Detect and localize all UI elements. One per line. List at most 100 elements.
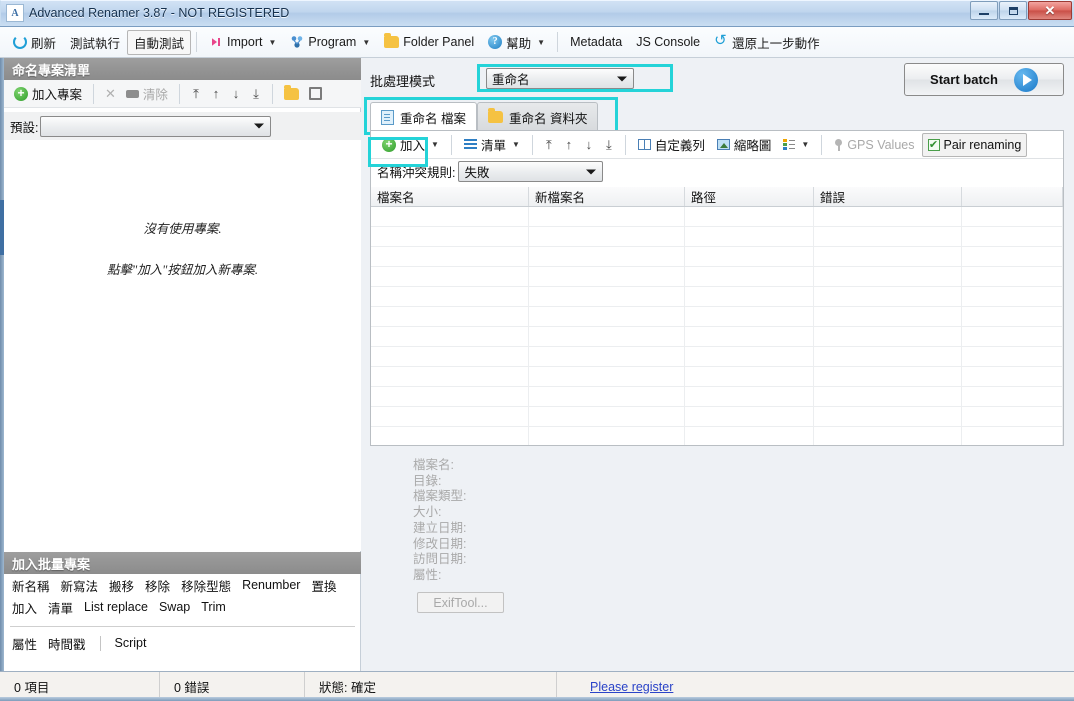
toolbar-item-test-run[interactable]: 測試執行 — [63, 30, 127, 55]
batch-method-new-case[interactable]: 新寫法 — [61, 576, 99, 595]
gps-pin-icon — [834, 138, 843, 151]
close-button[interactable]: ✕ — [1028, 1, 1072, 20]
toolbar-label-refresh: 刷新 — [31, 36, 57, 51]
gps-values-label: GPS Values — [847, 137, 915, 152]
move-to-bottom-icon[interactable]: ⤓ — [247, 83, 265, 105]
table-row[interactable] — [371, 327, 1063, 347]
toolbar-item-js-console[interactable]: JS Console — [629, 30, 707, 55]
batch-method-timestamp[interactable]: 時間戳 — [48, 634, 86, 653]
batch-method-trim[interactable]: Trim — [201, 600, 226, 614]
batch-method-attributes[interactable]: 屬性 — [12, 634, 37, 653]
add-files-highlight — [368, 137, 428, 167]
batch-method-replace[interactable]: 置換 — [311, 576, 336, 595]
empty-message-line-1: 沒有使用專案. — [143, 222, 222, 236]
move-up-icon[interactable]: ↑ — [207, 83, 225, 105]
move-to-top-icon[interactable]: ⤒ — [540, 134, 558, 156]
batch-method-script[interactable]: Script — [115, 636, 147, 650]
chevron-down-icon: ▼ — [801, 140, 810, 149]
delete-project-button[interactable]: ✕ — [101, 83, 120, 105]
conflict-rule-select[interactable]: 失敗 — [458, 161, 604, 182]
open-projects-button[interactable] — [280, 83, 303, 105]
detail-view-icon — [783, 139, 796, 150]
batch-method-remove[interactable]: 移除 — [145, 576, 170, 595]
preset-select[interactable] — [40, 115, 272, 137]
preset-label: 預設: — [10, 120, 39, 135]
batch-method-list[interactable]: 清單 — [48, 598, 73, 617]
move-up-icon[interactable]: ↑ — [560, 134, 578, 156]
app-icon: A — [6, 4, 24, 22]
toolbar-item-refresh[interactable]: 刷新 — [6, 30, 63, 55]
batch-methods-row-2: 加入 清單 List replace Swap Trim — [12, 596, 353, 618]
chevron-down-icon — [617, 76, 627, 81]
batch-method-swap[interactable]: Swap — [159, 600, 190, 614]
save-projects-button[interactable] — [305, 83, 326, 105]
toolbar-item-help[interactable]: ? 幫助 ▼ — [481, 30, 552, 55]
table-row[interactable] — [371, 307, 1063, 327]
gps-values-button[interactable]: GPS Values — [829, 134, 919, 156]
table-row[interactable] — [371, 347, 1063, 367]
toolbar-item-program[interactable]: Program ▼ — [283, 30, 377, 55]
start-batch-button[interactable]: Start batch — [904, 63, 1064, 96]
toolbar-item-folder-panel[interactable]: Folder Panel — [377, 30, 481, 55]
batch-method-move[interactable]: 搬移 — [109, 576, 134, 595]
project-toolbar-separator-3 — [271, 83, 273, 104]
column-header-new-filename[interactable]: 新檔案名 — [529, 187, 685, 206]
batch-method-list-replace[interactable]: List replace — [84, 600, 148, 614]
table-row[interactable] — [371, 287, 1063, 307]
project-list-empty-area[interactable]: 沒有使用專案. 點擊"加入"按鈕加入新專案. — [4, 140, 361, 551]
batch-row3-separator — [99, 635, 101, 651]
move-down-icon[interactable]: ↓ — [227, 83, 245, 105]
minimize-button[interactable] — [970, 1, 998, 20]
maximize-button[interactable] — [999, 1, 1027, 20]
table-row[interactable] — [371, 367, 1063, 387]
tab-rename-files[interactable]: 重命名 檔案 — [370, 102, 477, 131]
move-down-icon[interactable]: ↓ — [580, 134, 598, 156]
table-row[interactable] — [371, 227, 1063, 247]
batch-mode-select[interactable]: 重命名 — [486, 68, 634, 89]
batch-method-new-name[interactable]: 新名稱 — [12, 576, 50, 595]
custom-columns-button[interactable]: 自定義列 — [633, 134, 710, 156]
batch-method-add[interactable]: 加入 — [12, 598, 37, 617]
batch-mode-value: 重命名 — [492, 73, 530, 87]
move-to-top-icon[interactable]: ⤒ — [187, 83, 205, 105]
table-row[interactable] — [371, 427, 1063, 445]
thumbnails-button[interactable]: 縮略圖 — [712, 134, 777, 156]
column-header-error[interactable]: 錯誤 — [814, 187, 962, 206]
batch-methods-list: 新名稱 新寫法 搬移 移除 移除型態 Renumber 置換 加入 清單 Lis… — [4, 574, 361, 618]
refresh-icon — [13, 35, 27, 49]
info-label-filename: 檔案名: — [413, 458, 454, 472]
add-project-button[interactable]: + 加入專案 — [10, 83, 86, 105]
toolbar-item-import[interactable]: Import ▼ — [202, 30, 283, 55]
chevron-down-icon: ▼ — [268, 37, 277, 47]
status-error-count: 0 錯誤 — [160, 671, 305, 701]
table-row[interactable] — [371, 267, 1063, 287]
toolbar-item-auto-test[interactable]: 自動測試 — [127, 29, 192, 55]
table-row[interactable] — [371, 407, 1063, 427]
detail-view-button[interactable]: ▼ — [778, 134, 814, 156]
table-row[interactable] — [371, 247, 1063, 267]
toolbar-item-metadata[interactable]: Metadata — [563, 30, 629, 55]
maximize-icon — [1008, 6, 1018, 15]
column-header-filename[interactable]: 檔案名 — [371, 187, 529, 206]
clear-projects-button[interactable]: 清除 — [122, 83, 172, 105]
exiftool-button[interactable]: ExifTool... — [417, 592, 504, 613]
toolbar-item-undo[interactable]: ↺ 還原上一步動作 — [707, 30, 827, 55]
project-list-header: 命名專案清單 — [4, 58, 361, 80]
pair-renaming-button[interactable]: ✔ Pair renaming — [921, 132, 1028, 157]
table-row[interactable] — [371, 387, 1063, 407]
column-header-path[interactable]: 路徑 — [685, 187, 814, 206]
preset-row: 預設: — [4, 112, 361, 140]
column-header-extra[interactable] — [962, 187, 1063, 206]
batch-method-renumber[interactable]: Renumber — [242, 578, 300, 592]
register-link[interactable]: Please register — [590, 680, 673, 694]
table-row[interactable] — [371, 207, 1063, 227]
files-grid[interactable]: 檔案名 新檔案名 路徑 錯誤 — [371, 187, 1063, 445]
project-toolbar-separator-2 — [178, 83, 180, 104]
batch-method-remove-pattern[interactable]: 移除型態 — [181, 576, 231, 595]
move-to-bottom-icon[interactable]: ⤓ — [600, 134, 618, 156]
tab-rename-folders[interactable]: 重命名 資料夾 — [476, 102, 599, 131]
application-window: A Advanced Renamer 3.87 - NOT REGISTERED… — [0, 0, 1074, 701]
chevron-down-icon: ▼ — [511, 140, 520, 149]
tab-strip: 重命名 檔案 重命名 資料夾 — [370, 101, 599, 131]
list-button[interactable]: 清單 ▼ — [459, 134, 525, 156]
